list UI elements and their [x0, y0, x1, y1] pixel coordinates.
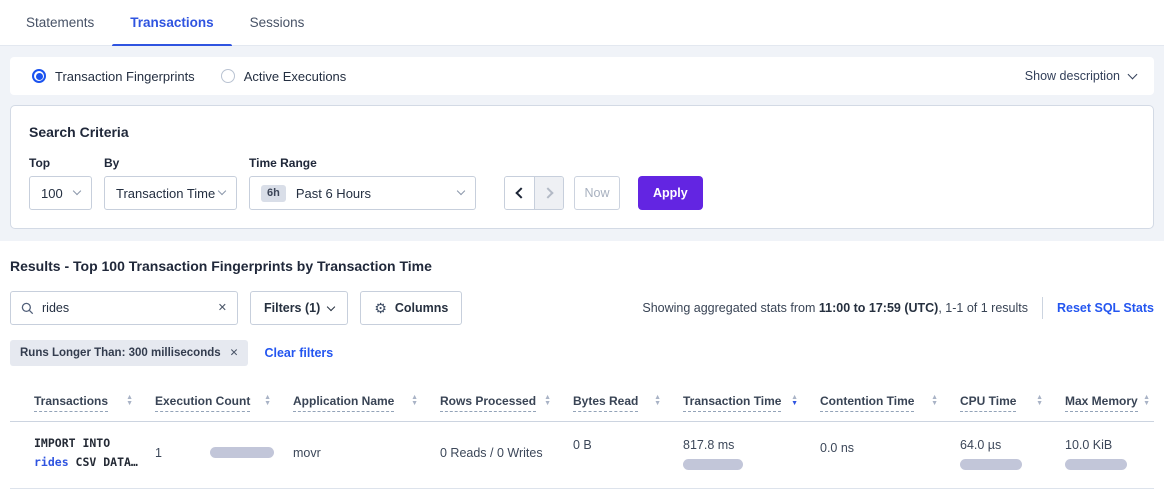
- contention-time-cell: 0.0 ns: [820, 434, 960, 455]
- filter-chip-label: Runs Longer Than: 300 milliseconds: [20, 347, 221, 359]
- tab-transactions[interactable]: Transactions: [112, 0, 231, 45]
- aggregated-stats-text: Showing aggregated stats from 11:00 to 1…: [642, 301, 1028, 315]
- table-header-row: Transactions ▲▼ Execution Count ▲▼ Appli…: [10, 386, 1154, 422]
- apply-button[interactable]: Apply: [638, 176, 703, 210]
- radio-label: Transaction Fingerprints: [55, 69, 195, 84]
- column-header-cpu-time[interactable]: CPU Time ▲▼: [960, 394, 1065, 412]
- rows-processed-cell: 0 Reads / 0 Writes: [440, 446, 573, 460]
- search-box[interactable]: ✕: [10, 291, 238, 325]
- next-time-window-button[interactable]: [534, 177, 563, 209]
- page-body: Transaction Fingerprints Active Executio…: [0, 46, 1164, 241]
- show-description-label: Show description: [1025, 69, 1120, 83]
- results-section: Results - Top 100 Transaction Fingerprin…: [0, 258, 1164, 489]
- column-header-transactions[interactable]: Transactions ▲▼: [34, 394, 155, 412]
- max-memory-bar: [1065, 459, 1127, 470]
- show-description-toggle[interactable]: Show description: [1025, 69, 1136, 83]
- tab-sessions[interactable]: Sessions: [232, 0, 323, 45]
- active-filters-row: Runs Longer Than: 300 milliseconds ✕ Cle…: [10, 340, 1154, 366]
- results-heading: Results - Top 100 Transaction Fingerprin…: [10, 258, 1154, 274]
- results-toolbar: ✕ Filters (1) ⚙ Columns Showing aggregat…: [10, 291, 1154, 325]
- column-header-max-memory[interactable]: Max Memory ▲▼: [1065, 394, 1154, 412]
- transaction-time-cell: 817.8 ms: [683, 434, 820, 470]
- tab-statements[interactable]: Statements: [8, 0, 112, 45]
- transaction-link[interactable]: rides: [34, 455, 69, 469]
- search-criteria-card: Search Criteria Top 100 By Transaction T…: [10, 105, 1154, 229]
- search-input[interactable]: [42, 301, 210, 315]
- column-header-transaction-time[interactable]: Transaction Time ▲▼: [683, 394, 820, 412]
- stats-time-range: 11:00 to 17:59 (UTC): [819, 301, 938, 315]
- max-memory-cell: 10.0 KiB: [1065, 434, 1154, 470]
- search-criteria-title: Search Criteria: [29, 124, 1135, 140]
- clear-filters-link[interactable]: Clear filters: [264, 346, 333, 360]
- chevron-left-icon: [515, 187, 526, 198]
- sort-icon: ▲▼: [126, 395, 133, 406]
- radio-selected-icon: [32, 69, 46, 83]
- application-name-cell: movr: [293, 446, 440, 460]
- sort-icon: ▲▼: [1036, 395, 1043, 406]
- tabs-bar: Statements Transactions Sessions: [0, 0, 1164, 46]
- chevron-down-icon: [218, 187, 226, 195]
- sort-icon: ▲▼: [1143, 395, 1150, 406]
- radio-unselected-icon: [221, 69, 235, 83]
- divider: [1042, 297, 1043, 319]
- sort-icon: ▲▼: [544, 395, 551, 406]
- time-range-label: Time Range: [249, 156, 476, 170]
- time-range-select[interactable]: 6h Past 6 Hours: [249, 176, 476, 210]
- execution-count-bar: [210, 447, 274, 458]
- by-select[interactable]: Transaction Time: [104, 176, 237, 210]
- cpu-time-bar: [960, 459, 1022, 470]
- by-select-value: Transaction Time: [116, 186, 215, 201]
- reset-sql-stats-link[interactable]: Reset SQL Stats: [1057, 301, 1154, 315]
- filters-button-label: Filters (1): [264, 301, 320, 315]
- time-range-value: Past 6 Hours: [296, 186, 371, 201]
- remove-filter-icon[interactable]: ✕: [230, 348, 239, 359]
- cpu-time-cell: 64.0 µs: [960, 434, 1065, 470]
- filter-chip: Runs Longer Than: 300 milliseconds ✕: [10, 340, 248, 366]
- top-label: Top: [29, 156, 92, 170]
- gear-icon: ⚙: [374, 301, 387, 315]
- by-label: By: [104, 156, 237, 170]
- clear-search-icon[interactable]: ✕: [218, 303, 227, 314]
- column-header-bytes-read[interactable]: Bytes Read ▲▼: [573, 394, 683, 412]
- previous-time-window-button[interactable]: [505, 177, 534, 209]
- time-range-badge: 6h: [261, 185, 286, 202]
- chevron-down-icon: [1128, 69, 1138, 79]
- chevron-down-icon: [73, 187, 81, 195]
- sort-desc-icon: ▲▼: [791, 395, 798, 406]
- radio-active-executions[interactable]: Active Executions: [221, 69, 347, 84]
- column-header-rows-processed[interactable]: Rows Processed ▲▼: [440, 394, 573, 412]
- column-header-execution-count[interactable]: Execution Count ▲▼: [155, 394, 293, 412]
- column-header-application-name[interactable]: Application Name ▲▼: [293, 394, 440, 412]
- transaction-fingerprint-cell[interactable]: IMPORT INTO rides CSV DATA…: [34, 434, 155, 472]
- transaction-time-bar: [683, 459, 743, 470]
- search-icon: [21, 302, 34, 315]
- radio-transaction-fingerprints[interactable]: Transaction Fingerprints: [32, 69, 195, 84]
- view-toggle-band: Transaction Fingerprints Active Executio…: [10, 57, 1154, 95]
- sort-icon: ▲▼: [264, 395, 271, 406]
- chevron-down-icon: [327, 303, 335, 311]
- radio-label: Active Executions: [244, 69, 347, 84]
- now-button[interactable]: Now: [574, 176, 620, 210]
- sort-icon: ▲▼: [931, 395, 938, 406]
- chevron-right-icon: [542, 187, 553, 198]
- chevron-down-icon: [457, 187, 465, 195]
- sort-icon: ▲▼: [411, 395, 418, 406]
- time-window-pager: [504, 176, 564, 210]
- column-header-contention-time[interactable]: Contention Time ▲▼: [820, 394, 960, 412]
- filters-button[interactable]: Filters (1): [250, 291, 348, 325]
- top-select-value: 100: [41, 186, 63, 201]
- columns-button[interactable]: ⚙ Columns: [360, 291, 462, 325]
- table-row[interactable]: IMPORT INTO rides CSV DATA… 1 movr 0 Rea…: [10, 422, 1154, 489]
- execution-count-cell: 1: [155, 446, 293, 460]
- sort-icon: ▲▼: [654, 395, 661, 406]
- bytes-read-cell: 0 B: [573, 434, 683, 452]
- top-select[interactable]: 100: [29, 176, 92, 210]
- columns-button-label: Columns: [395, 301, 448, 315]
